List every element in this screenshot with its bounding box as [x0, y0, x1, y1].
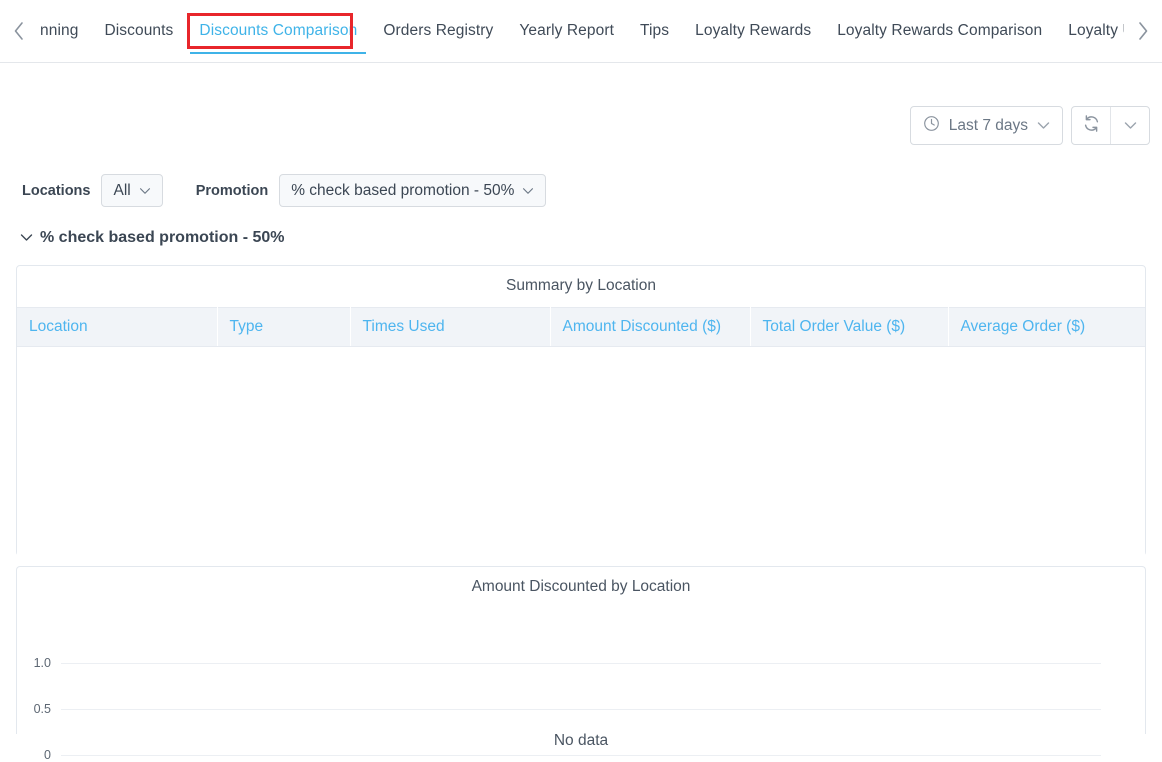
tab-label: Loyalty Rewards: [695, 22, 812, 39]
tabs-scroll-right-button[interactable]: [1124, 0, 1162, 62]
refresh-icon: [1082, 114, 1101, 138]
locations-select-value: All: [113, 181, 131, 199]
tab-orders-registry[interactable]: Orders Registry: [370, 0, 506, 62]
locations-filter-label: Locations: [22, 182, 91, 199]
date-range-label: Last 7 days: [948, 116, 1028, 134]
gridline-0-5: [61, 709, 1101, 710]
tab-loyalty-rewards[interactable]: Loyalty Rewards: [682, 0, 824, 62]
refresh-button-group: [1071, 106, 1150, 145]
tab-bar: nning Discounts Discounts Comparison Ord…: [0, 0, 1162, 63]
tab-loyalty-usage[interactable]: Loyalty Usage: [1055, 0, 1124, 62]
promotion-select[interactable]: % check based promotion - 50%: [279, 174, 547, 207]
chevron-down-icon: [1124, 117, 1137, 135]
tab-loyalty-rewards-comparison[interactable]: Loyalty Rewards Comparison: [824, 0, 1055, 62]
column-header-amount-discounted[interactable]: Amount Discounted ($): [550, 307, 751, 347]
locations-select[interactable]: All: [101, 174, 163, 207]
table-header: Location Type Times Used Amount Discount…: [17, 307, 1145, 347]
column-header-average-order[interactable]: Average Order ($): [948, 307, 1145, 347]
chevron-down-icon: [522, 182, 534, 200]
tab-label: Loyalty Usage: [1068, 22, 1124, 39]
y-axis-tick-0-5: 0.5: [33, 702, 51, 716]
column-header-total-order-value[interactable]: Total Order Value ($): [750, 307, 949, 347]
table-empty-row: [17, 346, 1145, 563]
y-axis-tick-1-0: 1.0: [33, 656, 51, 670]
tab-label: Yearly Report: [519, 22, 615, 39]
tab-discounts[interactable]: Discounts: [91, 0, 186, 62]
summary-by-location-table: Location Type Times Used Amount Discount…: [17, 307, 1145, 563]
tab-discounts-comparison[interactable]: Discounts Comparison: [186, 0, 370, 62]
column-header-location[interactable]: Location: [17, 307, 218, 347]
promotion-section-header[interactable]: % check based promotion - 50%: [20, 229, 285, 247]
column-header-times-used[interactable]: Times Used: [350, 307, 551, 347]
y-axis-tick-0: 0: [44, 748, 51, 762]
tabs-scroll-left-button[interactable]: [0, 0, 38, 62]
tab-label: Tips: [640, 22, 670, 39]
tab-strip: nning Discounts Discounts Comparison Ord…: [0, 0, 1162, 62]
gridline-1-0: [61, 663, 1101, 664]
chart-no-data-message: No data: [553, 732, 609, 749]
table-header-row: Location Type Times Used Amount Discount…: [17, 307, 1145, 347]
amount-discounted-bar-chart: 1.0 0.5 0 No data: [17, 610, 1145, 762]
promotion-section-title: % check based promotion - 50%: [40, 229, 285, 246]
tab-label: nning: [40, 22, 79, 39]
tab-label: Orders Registry: [383, 22, 494, 39]
table-empty-cell: [17, 346, 1145, 563]
table-body: [17, 346, 1145, 563]
tab-list: nning Discounts Discounts Comparison Ord…: [38, 0, 1124, 62]
chart-title: Amount Discounted by Location: [471, 578, 691, 595]
report-toolbar: Last 7 days: [909, 106, 1150, 145]
tab-tips[interactable]: Tips: [627, 0, 682, 62]
refresh-button[interactable]: [1072, 107, 1110, 144]
amount-discounted-chart-card: Amount Discounted by Location 1.0 0.5 0 …: [16, 566, 1146, 762]
clock-icon: [923, 115, 940, 137]
tab-label: Discounts Comparison: [199, 22, 358, 39]
gridline-0: [61, 755, 1101, 756]
tab-yearly-report[interactable]: Yearly Report: [506, 0, 627, 62]
date-range-selector[interactable]: Last 7 days: [909, 106, 1063, 145]
chevron-right-icon: [1135, 20, 1151, 42]
chevron-down-icon: [1037, 117, 1050, 135]
column-header-type[interactable]: Type: [217, 307, 351, 347]
refresh-options-button[interactable]: [1110, 107, 1149, 144]
promotion-select-value: % check based promotion - 50%: [291, 181, 515, 199]
summary-by-location-card: Summary by Location Location Type Times …: [16, 265, 1146, 563]
tab-planning[interactable]: nning: [40, 0, 91, 62]
tab-label: Discounts: [104, 22, 174, 39]
summary-table-title: Summary by Location: [506, 277, 656, 294]
promotion-filter-label: Promotion: [195, 182, 269, 199]
tab-label: Loyalty Rewards Comparison: [837, 22, 1043, 39]
chevron-down-icon: [139, 182, 151, 200]
chevron-down-icon: [20, 229, 33, 247]
chevron-left-icon: [11, 20, 27, 42]
filters-bar: Locations All Promotion % check based pr…: [22, 174, 547, 207]
